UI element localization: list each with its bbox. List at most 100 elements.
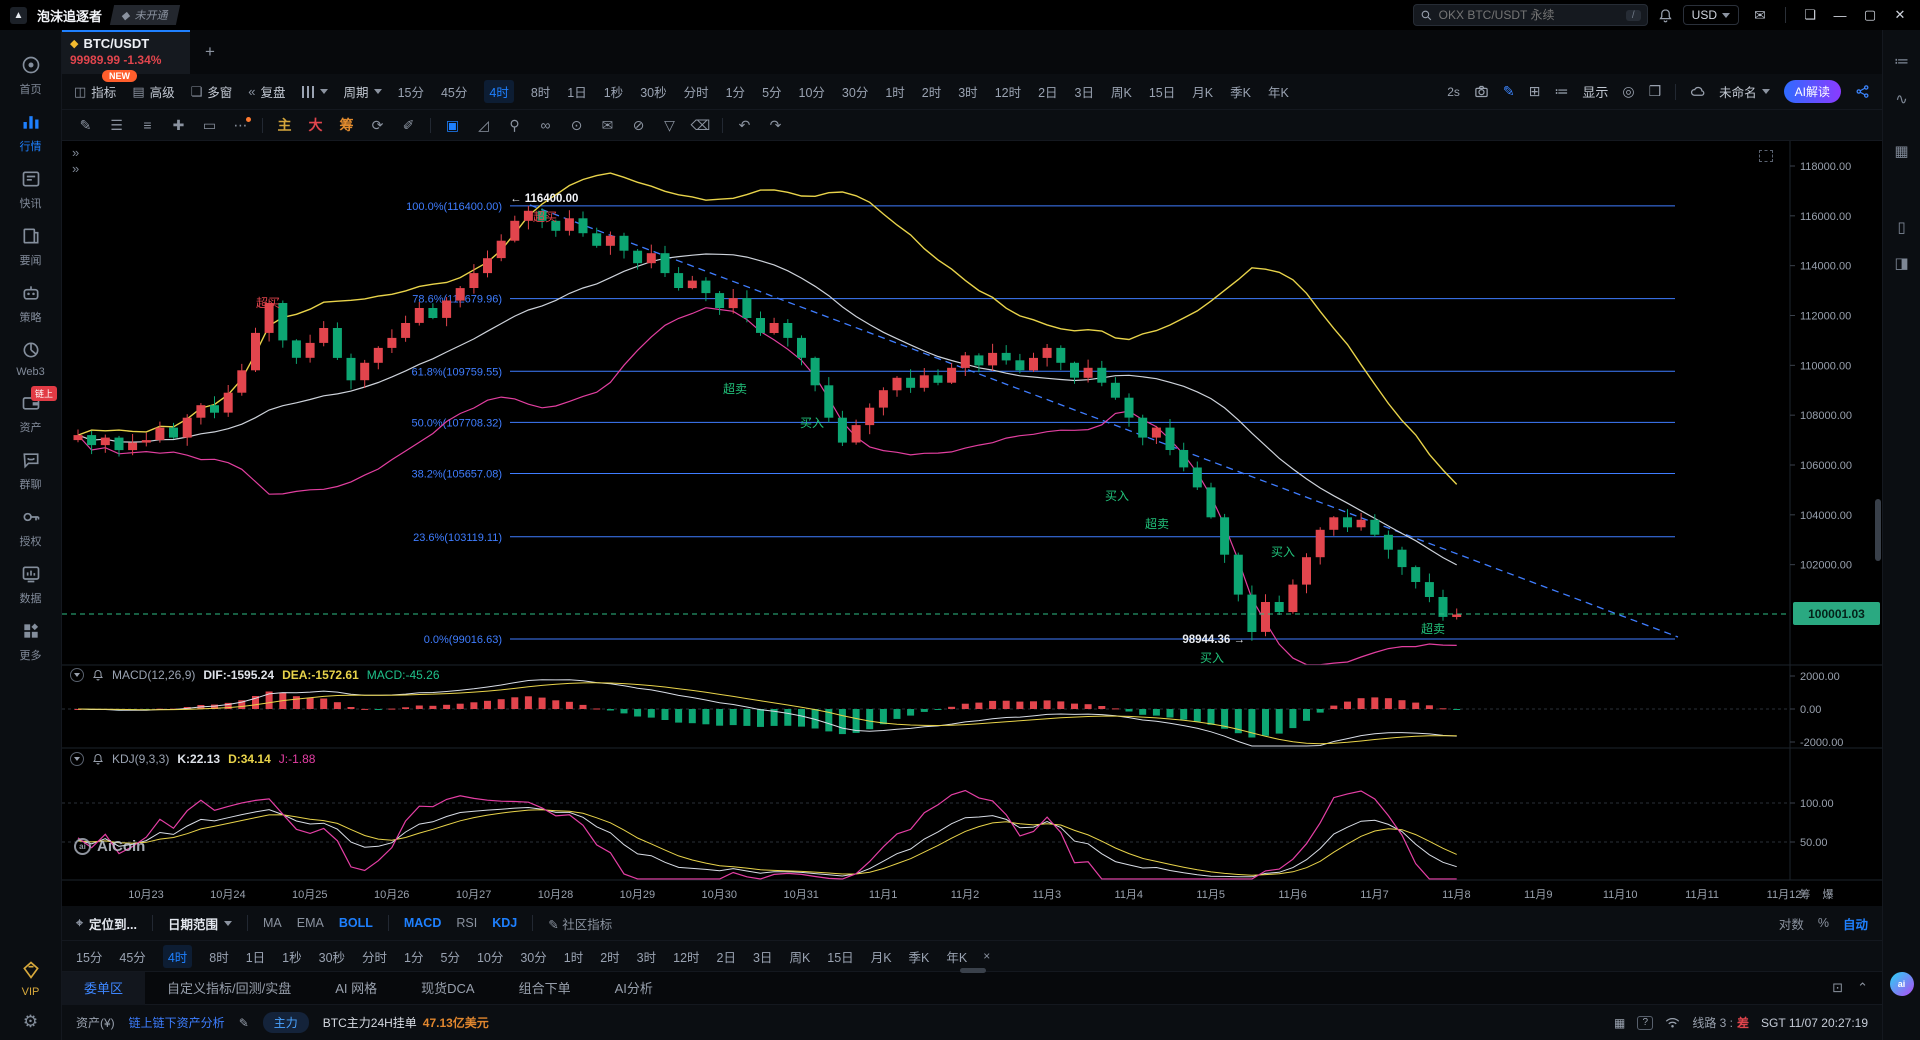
- maximize-button[interactable]: ▢: [1860, 7, 1880, 23]
- collapse-panel-icon[interactable]: ⌃: [1857, 980, 1868, 996]
- timeframe-10分[interactable]: 10分: [477, 947, 503, 966]
- shape-tool[interactable]: ▭: [194, 117, 225, 134]
- ai-explain-button[interactable]: AI解读: [1784, 80, 1841, 103]
- notification-bell-icon[interactable]: [1658, 8, 1673, 23]
- timeframe-1分[interactable]: 1分: [404, 947, 423, 966]
- advanced-button[interactable]: ▤高级: [132, 82, 174, 101]
- close-button[interactable]: ✕: [1890, 7, 1910, 23]
- timeframe-月K[interactable]: 月K: [1192, 82, 1213, 101]
- timeframe-1时[interactable]: 1时: [564, 947, 583, 966]
- lock-tool[interactable]: ⊙: [561, 117, 592, 134]
- pin-tool[interactable]: ⚲: [499, 117, 530, 134]
- pane-list-icon[interactable]: ≔: [1894, 52, 1909, 70]
- overlay-BOLL[interactable]: BOLL: [339, 916, 373, 930]
- link-tool[interactable]: ∞: [530, 117, 561, 133]
- sidebar-item-authorization[interactable]: 授权: [0, 507, 61, 549]
- timeframe-年K[interactable]: 年K: [946, 947, 967, 966]
- messages-icon[interactable]: ✉: [1749, 7, 1771, 24]
- ai-assistant-icon[interactable]: ai: [1890, 972, 1914, 996]
- large-order-tool[interactable]: 大: [300, 115, 331, 135]
- timeframe-12时[interactable]: 12时: [673, 947, 699, 966]
- phone-icon[interactable]: ▯: [1897, 218, 1905, 236]
- timeframe-5分[interactable]: 5分: [762, 82, 781, 101]
- pane-expand-buttons[interactable]: » »: [72, 145, 79, 177]
- sidebar-item-web3[interactable]: Web3: [0, 340, 61, 378]
- sidebar-item-vip[interactable]: VIP: [0, 960, 61, 998]
- timeframe-3日[interactable]: 3日: [1075, 82, 1094, 101]
- timeframe-1秒[interactable]: 1秒: [604, 82, 623, 101]
- alert-bell-icon[interactable]: [92, 753, 104, 765]
- replay-button[interactable]: «复盘: [248, 82, 285, 101]
- signal-icon[interactable]: ∿: [1895, 90, 1908, 108]
- indicators-button[interactable]: ◫指标: [74, 82, 116, 101]
- timeframe-8时[interactable]: 8时: [531, 82, 550, 101]
- timeframe-3时[interactable]: 3时: [637, 947, 656, 966]
- list-settings-icon[interactable]: ≔: [1554, 83, 1568, 100]
- overlay-EMA[interactable]: EMA: [297, 916, 324, 930]
- timeframe-1日[interactable]: 1日: [567, 82, 586, 101]
- main-force-tool[interactable]: 主: [269, 115, 300, 135]
- delete-tool[interactable]: ⌫: [685, 117, 716, 134]
- cross-tool[interactable]: ✚: [163, 117, 194, 134]
- timeframe-30分[interactable]: 30分: [842, 82, 868, 101]
- timeframe-2时[interactable]: 2时: [922, 82, 941, 101]
- refresh-interval[interactable]: 2s: [1447, 85, 1460, 99]
- community-indicators-button[interactable]: ✎ 社区指标: [548, 914, 612, 933]
- timeframe-季K[interactable]: 季K: [1230, 82, 1251, 101]
- panel-tab-委单区[interactable]: 委单区: [62, 972, 145, 1005]
- panel-icon[interactable]: ◨: [1894, 254, 1908, 272]
- timeframe-5分[interactable]: 5分: [441, 947, 460, 966]
- sidebar-item-headlines[interactable]: 要闻: [0, 226, 61, 268]
- scale-对数[interactable]: 对数: [1779, 914, 1804, 933]
- main-chart[interactable]: 100.0%(116400.00)78.6%(112679.96)61.8%(1…: [62, 141, 1882, 906]
- chart-type-selector[interactable]: [302, 86, 328, 98]
- timeframe-月K[interactable]: 月K: [871, 947, 892, 966]
- indicator-RSI[interactable]: RSI: [456, 916, 477, 930]
- panel-tab-自定义指标/回测/实盘[interactable]: 自定义指标/回测/实盘: [145, 972, 313, 1005]
- refresh-tool[interactable]: ⟳: [362, 117, 393, 134]
- symbol-tab[interactable]: ◆ BTC/USDT 99989.99 -1.34% NEW: [62, 30, 190, 74]
- target-icon[interactable]: ◎: [1622, 83, 1634, 100]
- close-timeframe-bar-icon[interactable]: ×: [983, 949, 990, 963]
- panel-tab-AI 网格[interactable]: AI 网格: [313, 972, 399, 1005]
- help-icon[interactable]: ?: [1637, 1016, 1653, 1030]
- timeframe-季K[interactable]: 季K: [909, 947, 930, 966]
- channel-tool[interactable]: ≡: [132, 117, 163, 133]
- screenshot-icon[interactable]: [1474, 84, 1489, 99]
- share-icon[interactable]: [1855, 84, 1870, 99]
- note-tool[interactable]: ✉: [592, 117, 623, 134]
- timeframe-1分[interactable]: 1分: [726, 82, 745, 101]
- indicator-MACD[interactable]: MACD: [404, 916, 442, 930]
- sidebar-item-assets[interactable]: 资产链上: [0, 393, 61, 435]
- timeframe-12时[interactable]: 12时: [995, 82, 1021, 101]
- timeframe-年K[interactable]: 年K: [1268, 82, 1289, 101]
- timeframe-30秒[interactable]: 30秒: [640, 82, 666, 101]
- timeframe-15分[interactable]: 15分: [76, 947, 102, 966]
- sidebar-item-news-flash[interactable]: 快讯: [0, 169, 61, 211]
- new-window-icon[interactable]: ⊞: [1529, 83, 1541, 100]
- line-label[interactable]: 线路 3 :: [1692, 1014, 1733, 1031]
- search-input[interactable]: [1439, 8, 1589, 22]
- undo[interactable]: ↶: [729, 117, 760, 134]
- multi-window-button[interactable]: ❏多窗: [191, 82, 233, 101]
- select-box-tool[interactable]: ▣: [437, 117, 468, 134]
- edit-icon[interactable]: ✎: [239, 1016, 249, 1030]
- onchain-analysis-link[interactable]: 链上链下资产分析: [129, 1014, 225, 1031]
- timeframe-45分[interactable]: 45分: [119, 947, 145, 966]
- price-axis-scrollbar[interactable]: [1875, 499, 1881, 561]
- timeframe-15日[interactable]: 15日: [1149, 82, 1175, 101]
- plan-badge[interactable]: ◆ 未开通: [110, 5, 181, 25]
- panel-tab-AI分析[interactable]: AI分析: [593, 972, 675, 1005]
- search-box[interactable]: /: [1413, 4, 1648, 26]
- collapse-icon[interactable]: [70, 668, 84, 682]
- scale-自动[interactable]: 自动: [1843, 914, 1868, 933]
- period-selector[interactable]: 周期: [344, 82, 382, 101]
- pip-window-button[interactable]: ❏: [1800, 7, 1820, 23]
- filter-tool[interactable]: ▽: [654, 117, 685, 134]
- alert-bell-icon[interactable]: [92, 669, 104, 681]
- brush-tool[interactable]: ✐: [393, 117, 424, 134]
- fullscreen-icon[interactable]: ❒: [1649, 83, 1662, 100]
- timeframe-分时[interactable]: 分时: [684, 82, 709, 101]
- sidebar-item-market[interactable]: 行情: [0, 112, 61, 154]
- overlay-MA[interactable]: MA: [263, 916, 282, 930]
